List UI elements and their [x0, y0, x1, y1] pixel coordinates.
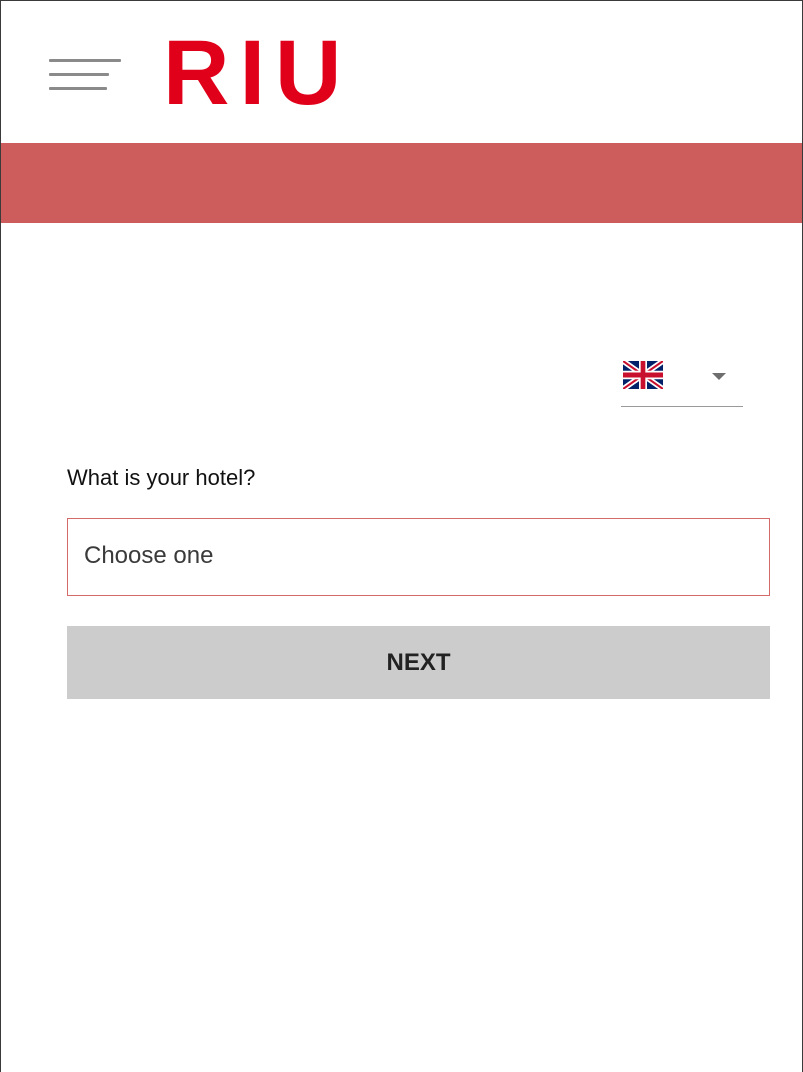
- hotel-select[interactable]: Choose one: [67, 518, 770, 596]
- header-band: [1, 143, 802, 223]
- caret-down-icon: [712, 373, 726, 380]
- uk-flag-icon: [623, 361, 663, 389]
- language-selector[interactable]: [621, 351, 743, 407]
- hotel-question-label: What is your hotel?: [67, 465, 256, 490]
- riu-logo: RIU: [163, 22, 352, 124]
- top-bar: RIU: [1, 1, 802, 143]
- app-frame: RIU What is your hotel? Choose one NEXT: [0, 0, 803, 1072]
- hotel-select-placeholder: Choose one: [84, 542, 214, 569]
- next-button[interactable]: NEXT: [67, 626, 770, 699]
- menu-button[interactable]: [45, 53, 125, 99]
